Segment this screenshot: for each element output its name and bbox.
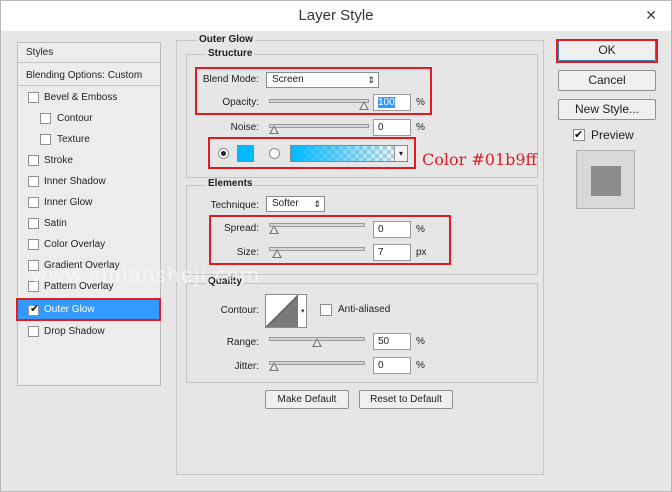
watermark-text: www.aidiansheji.com <box>31 263 261 287</box>
noise-label: Noise: <box>230 122 259 133</box>
preview-thumbnail <box>576 150 635 209</box>
color-overlay-checkbox[interactable] <box>28 239 39 250</box>
dialog-title: Layer Style <box>298 7 374 24</box>
style-item-drop-shadow[interactable]: Drop Shadow <box>18 322 160 342</box>
range-slider-handle[interactable] <box>312 338 322 347</box>
title-bar: Layer Style ✕ <box>1 1 671 31</box>
outer-glow-highlight <box>16 298 161 321</box>
style-item-color-overlay[interactable]: Color Overlay <box>18 235 160 255</box>
outer-glow-title: Outer Glow <box>197 34 255 45</box>
dialog-body: Styles Blending Options: Custom Bevel & … <box>1 31 671 491</box>
range-unit: % <box>416 336 425 347</box>
checkmark-icon: ✔ <box>574 129 584 141</box>
stroke-checkbox[interactable] <box>28 155 39 166</box>
anti-aliased-label: Anti-aliased <box>338 304 391 315</box>
new-style-button[interactable]: New Style... <box>558 99 656 120</box>
style-item-stroke[interactable]: Stroke <box>18 151 160 171</box>
noise-slider-handle[interactable] <box>269 125 279 134</box>
technique-select[interactable]: Softer ⇕ <box>266 196 325 212</box>
style-item-inner-shadow[interactable]: Inner Shadow <box>18 172 160 192</box>
style-item-label: Contour <box>57 113 93 124</box>
jitter-slider-track[interactable] <box>269 361 365 365</box>
color-highlight <box>208 137 416 169</box>
blending-options-item[interactable]: Blending Options: Custom <box>18 66 160 86</box>
elements-title: Elements <box>206 178 255 189</box>
style-item-label: Drop Shadow <box>44 326 105 337</box>
technique-value: Softer <box>272 198 299 209</box>
contour-label: Contour: <box>220 305 259 316</box>
style-item-label: Color Overlay <box>44 239 106 250</box>
jitter-slider-handle[interactable] <box>269 362 279 371</box>
preview-label: Preview <box>591 128 634 142</box>
range-input[interactable]: 50 <box>373 333 411 350</box>
svg-text:▾: ▾ <box>301 308 305 315</box>
style-item-label: Texture <box>57 134 90 145</box>
styles-header[interactable]: Styles <box>18 43 160 63</box>
range-value: 50 <box>378 336 390 347</box>
noise-unit: % <box>416 122 425 133</box>
style-item-bevel-emboss[interactable]: Bevel & Emboss <box>18 88 160 108</box>
bevel-emboss-checkbox[interactable] <box>28 92 39 103</box>
close-icon[interactable]: ✕ <box>645 7 657 24</box>
technique-label: Technique: <box>210 200 259 211</box>
style-item-label: Satin <box>44 218 67 229</box>
style-item-satin[interactable]: Satin <box>18 214 160 234</box>
structure-title: Structure <box>206 48 255 59</box>
style-item-texture[interactable]: Texture <box>18 130 160 150</box>
noise-value: 0 <box>378 122 384 133</box>
jitter-input[interactable]: 0 <box>373 357 411 374</box>
reset-to-default-button[interactable]: Reset to Default <box>359 390 453 409</box>
contour-picker[interactable]: ▾ <box>265 294 307 328</box>
noise-slider-track[interactable] <box>269 124 369 128</box>
style-item-label: Bevel & Emboss <box>44 92 118 103</box>
texture-checkbox[interactable] <box>40 134 51 145</box>
blend-opacity-highlight <box>195 67 432 115</box>
color-annotation: Color #01b9ff <box>422 150 537 169</box>
jitter-unit: % <box>416 360 425 371</box>
make-default-button[interactable]: Make Default <box>265 390 349 409</box>
range-label: Range: <box>226 337 259 348</box>
contour-curve-icon: ▾ <box>265 294 305 328</box>
updown-arrows-icon: ⇕ <box>313 199 321 209</box>
styles-list: Styles Blending Options: Custom Bevel & … <box>17 42 161 386</box>
preview-checkbox[interactable]: ✔ <box>573 129 585 141</box>
layer-style-dialog: Layer Style ✕ Styles Blending Options: C… <box>0 0 672 492</box>
jitter-label: Jitter: <box>234 361 259 372</box>
style-item-label: Inner Shadow <box>44 176 106 187</box>
contour-checkbox[interactable] <box>40 113 51 124</box>
style-item-inner-glow[interactable]: Inner Glow <box>18 193 160 213</box>
ok-highlight <box>556 39 658 63</box>
satin-checkbox[interactable] <box>28 218 39 229</box>
inner-glow-checkbox[interactable] <box>28 197 39 208</box>
jitter-value: 0 <box>378 360 384 371</box>
style-item-label: Inner Glow <box>44 197 93 208</box>
anti-aliased-checkbox[interactable] <box>320 304 332 316</box>
style-item-label: Stroke <box>44 155 73 166</box>
style-item-contour[interactable]: Contour <box>18 109 160 129</box>
drop-shadow-checkbox[interactable] <box>28 326 39 337</box>
inner-shadow-checkbox[interactable] <box>28 176 39 187</box>
noise-input[interactable]: 0 <box>373 119 411 136</box>
spread-size-highlight <box>209 215 451 265</box>
cancel-button[interactable]: Cancel <box>558 70 656 91</box>
preview-swatch <box>591 166 621 196</box>
